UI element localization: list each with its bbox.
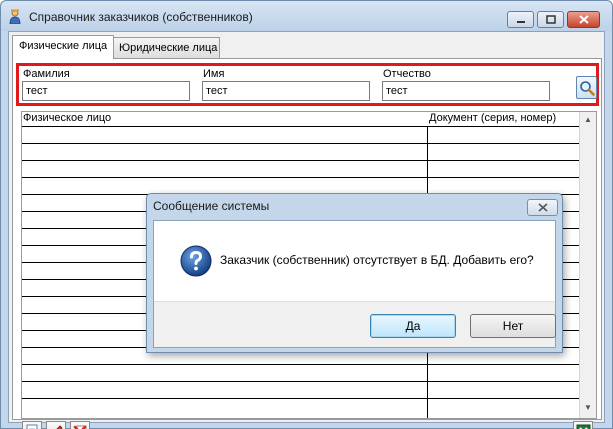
- patronymic-label: Отчество: [383, 68, 431, 80]
- column-header-document[interactable]: Документ (серия, номер): [429, 112, 556, 124]
- excel-icon: [576, 424, 590, 429]
- export-excel-button[interactable]: [573, 421, 593, 429]
- minimize-button[interactable]: [507, 11, 534, 28]
- dialog-button-bar: Да Нет: [154, 301, 556, 347]
- tab-individuals[interactable]: Физические лица: [12, 35, 115, 59]
- delete-icon: [73, 425, 86, 429]
- edit-record-button[interactable]: [46, 421, 66, 429]
- search-button[interactable]: [576, 76, 597, 99]
- delete-record-button[interactable]: [70, 421, 90, 429]
- dialog-message: Заказчик (собственник) отсутствует в БД.…: [220, 253, 534, 267]
- minimize-icon: [516, 20, 525, 23]
- new-record-button[interactable]: [22, 421, 42, 429]
- customer-app-icon: [9, 9, 21, 24]
- table-row[interactable]: [22, 381, 579, 398]
- table-row[interactable]: [22, 398, 579, 415]
- table-row[interactable]: [22, 364, 579, 381]
- table-row[interactable]: [22, 126, 579, 143]
- vertical-scrollbar[interactable]: ▲ ▼: [579, 112, 596, 418]
- first-name-input[interactable]: тест: [202, 81, 370, 101]
- dialog-close-button[interactable]: [527, 199, 558, 216]
- first-name-label: Имя: [203, 68, 225, 80]
- maximize-icon: [545, 15, 556, 24]
- close-icon: [537, 203, 548, 212]
- table-row[interactable]: [22, 160, 579, 177]
- last-name-label: Фамилия: [23, 68, 70, 80]
- close-icon: [578, 15, 589, 24]
- tab-legal-entities[interactable]: Юридические лица: [112, 37, 220, 59]
- system-message-dialog: Сообщение системы Заказчик (собственник)…: [146, 193, 563, 353]
- title-bar[interactable]: Справочник заказчиков (собственников): [1, 1, 612, 31]
- pencil-icon: [55, 424, 63, 429]
- patronymic-input[interactable]: тест: [382, 81, 550, 101]
- maximize-button[interactable]: [537, 11, 564, 28]
- scroll-down-arrow-icon[interactable]: ▼: [580, 400, 596, 416]
- last-name-input[interactable]: тест: [22, 81, 190, 101]
- question-icon: [180, 245, 212, 277]
- new-document-icon: [26, 424, 38, 429]
- table-row[interactable]: [22, 177, 579, 194]
- no-button[interactable]: Нет: [470, 314, 556, 338]
- close-button[interactable]: [567, 11, 600, 28]
- table-header: Физическое лицо Документ (серия, номер): [22, 112, 596, 126]
- search-filter-highlight: Фамилия тест Имя тест Отчество тест: [16, 63, 599, 106]
- window-title: Справочник заказчиков (собственников): [29, 10, 253, 24]
- magnifier-icon: [579, 80, 595, 96]
- column-header-person[interactable]: Физическое лицо: [23, 112, 111, 124]
- yes-button[interactable]: Да: [370, 314, 456, 338]
- table-row[interactable]: [22, 143, 579, 160]
- dialog-body: Заказчик (собственник) отсутствует в БД.…: [153, 220, 556, 348]
- dialog-title: Сообщение системы: [153, 199, 270, 213]
- scroll-up-arrow-icon[interactable]: ▲: [580, 112, 596, 128]
